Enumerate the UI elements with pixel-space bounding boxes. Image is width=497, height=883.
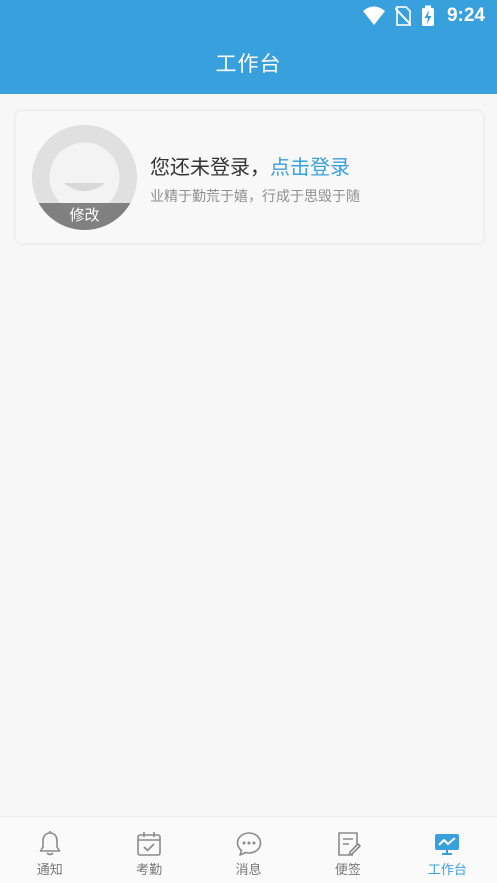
nav-item-notes[interactable]: 便签 [298, 817, 397, 883]
chat-bubble-icon [236, 832, 261, 856]
nav-label: 工作台 [427, 863, 467, 878]
nav-label: 考勤 [136, 863, 163, 878]
no-sim-icon [394, 6, 411, 26]
calendar-check-icon [137, 832, 161, 856]
not-logged-in-text: 您还未登录， [150, 155, 270, 179]
bottom-nav: 通知 考勤 消息 便签 工作台 [0, 816, 497, 883]
nav-label: 便签 [334, 863, 361, 878]
bell-icon [39, 831, 61, 856]
avatar-edit-button[interactable]: 修改 [32, 203, 137, 230]
note-edit-icon [338, 832, 361, 856]
login-prompt: 您还未登录，点击登录 [150, 151, 350, 180]
battery-charging-icon [421, 5, 434, 26]
nav-item-notifications[interactable]: 通知 [0, 817, 99, 883]
workbench-icon [435, 834, 460, 855]
title-bar: 工作台 [0, 32, 497, 94]
page-title: 工作台 [215, 52, 282, 76]
profile-card[interactable]: 修改 您还未登录，点击登录 业精于勤荒于嬉，行成于思毁于随 [16, 111, 483, 243]
login-link[interactable]: 点击登录 [270, 155, 350, 179]
status-bar: 9:24 [0, 0, 497, 32]
wifi-icon [362, 6, 385, 25]
motto-text: 业精于勤荒于嬉，行成于思毁于随 [150, 189, 360, 205]
nav-label: 通知 [36, 863, 63, 878]
avatar[interactable]: 修改 [32, 125, 137, 230]
status-time: 9:24 [446, 5, 485, 26]
nav-item-attendance[interactable]: 考勤 [99, 817, 198, 883]
nav-label: 消息 [235, 863, 262, 878]
nav-item-messages[interactable]: 消息 [199, 817, 298, 883]
app-header: 9:24 工作台 [0, 0, 497, 94]
status-icons: 9:24 [362, 4, 485, 28]
nav-item-workbench[interactable]: 工作台 [398, 817, 497, 883]
